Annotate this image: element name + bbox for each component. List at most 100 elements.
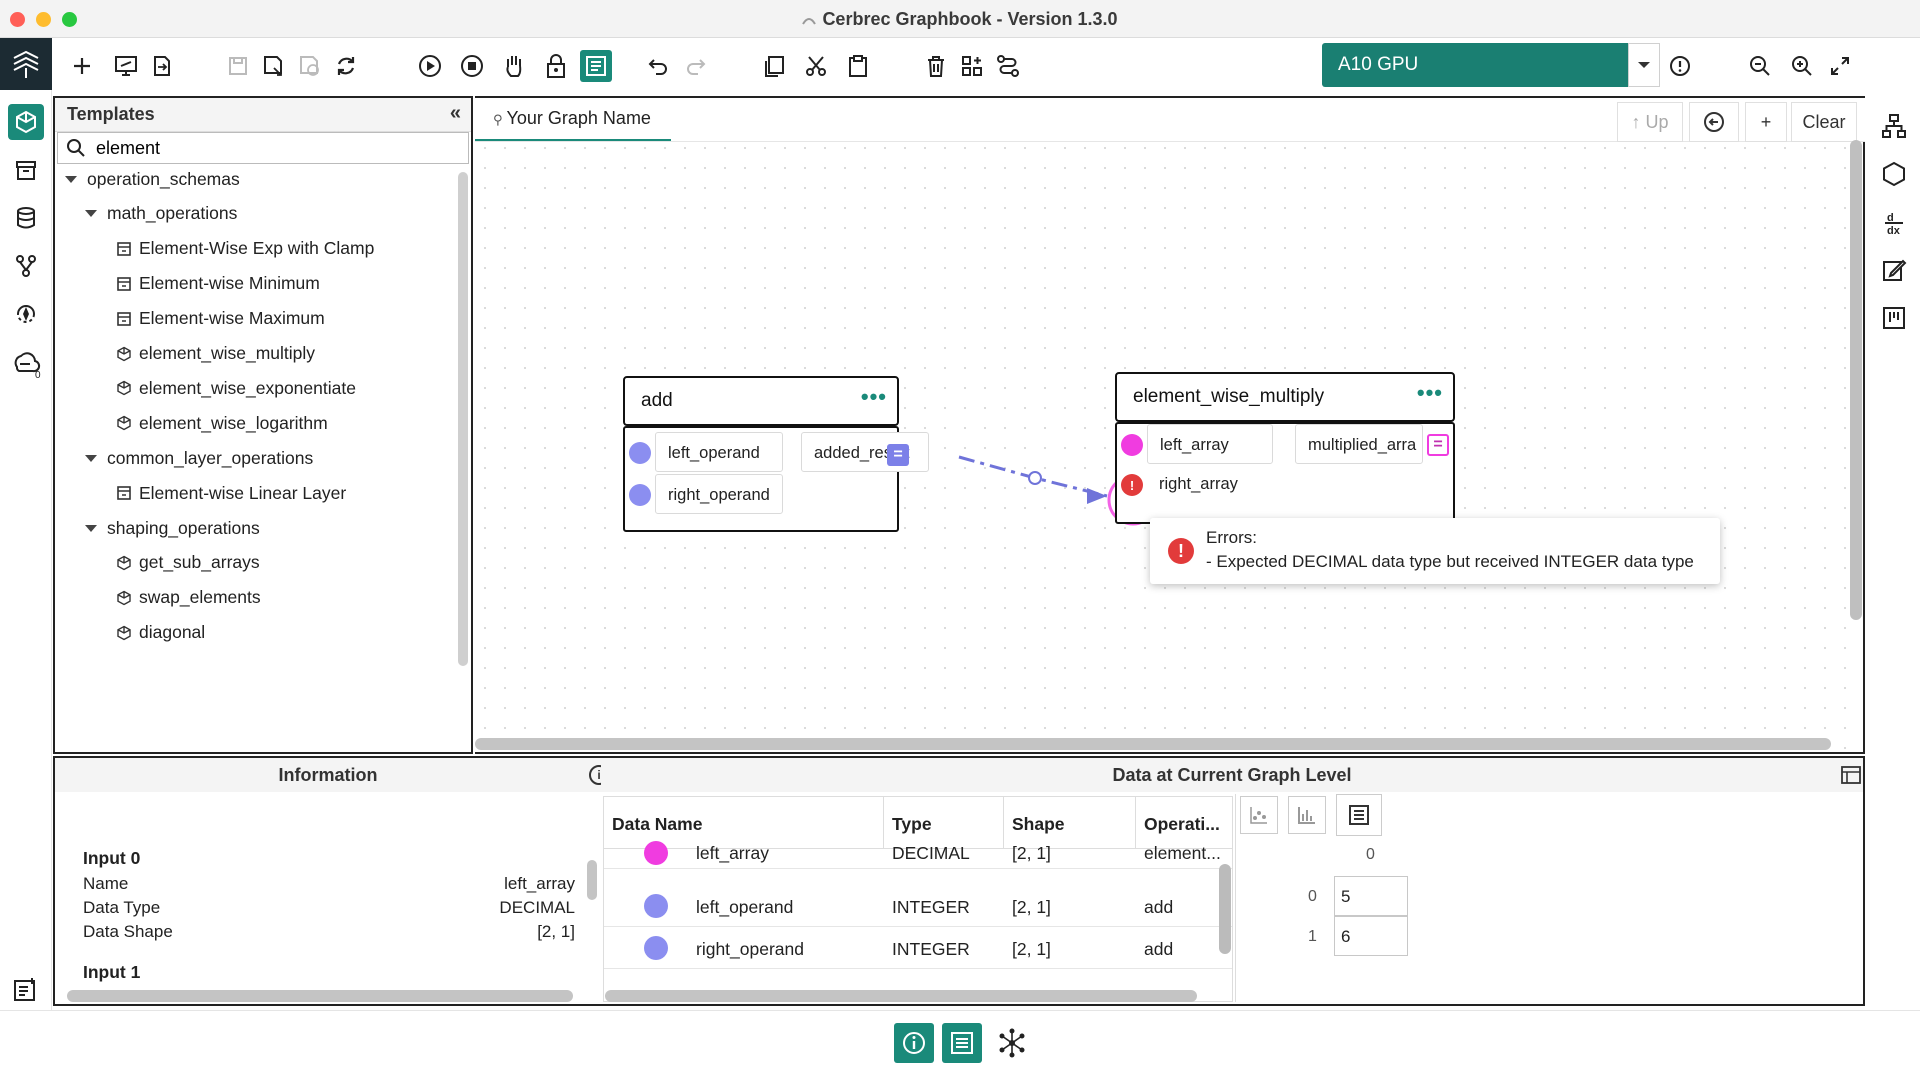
tree-item[interactable]: element_wise_exponentiate (115, 373, 356, 403)
notes-button[interactable] (12, 976, 42, 1006)
undo-button[interactable] (642, 50, 674, 82)
output-added-result[interactable]: added_result (801, 432, 929, 472)
tree-folder[interactable]: operation_schemas (65, 164, 240, 194)
notes-toggle-button[interactable] (580, 50, 612, 82)
delete-button[interactable] (920, 50, 952, 82)
tree-item[interactable]: swap_elements (115, 583, 261, 613)
info-horizontal-scrollbar[interactable] (67, 990, 573, 1002)
zoom-out-button[interactable] (1744, 50, 1776, 82)
pan-mode-button[interactable] (498, 50, 530, 82)
save-copy-button[interactable] (294, 50, 326, 82)
node-add[interactable]: add ••• left_operand added_result right_… (623, 376, 929, 534)
table-row[interactable]: right_operand INTEGER [2, 1] add (604, 927, 1232, 969)
save-button[interactable] (222, 50, 254, 82)
fit-view-button[interactable] (1824, 50, 1856, 82)
data-panel-toggle-button[interactable] (942, 1023, 982, 1063)
tree-item[interactable]: Element-wise Linear Layer (115, 478, 346, 508)
expand-caret-icon[interactable] (85, 454, 97, 462)
input-right-operand[interactable]: right_operand (655, 474, 783, 514)
tree-folder[interactable]: shaping_operations (85, 513, 260, 543)
output-port-added-result[interactable]: = (887, 444, 909, 466)
input-left-operand[interactable]: left_operand (655, 432, 783, 472)
tree-item[interactable]: Element-wise Minimum (115, 269, 320, 299)
expand-caret-icon[interactable] (85, 210, 97, 218)
templates-search-input[interactable] (96, 137, 436, 159)
information-toggle-button[interactable] (894, 1023, 934, 1063)
primitive-op-icon (115, 589, 133, 607)
primitive-op-icon (115, 379, 133, 397)
data-table-vertical-scrollbar[interactable] (1219, 864, 1231, 954)
graph-structure-nav-button[interactable] (8, 248, 44, 284)
expand-caret-icon[interactable] (65, 175, 77, 183)
viewer-cell[interactable]: 6 (1334, 916, 1408, 956)
hexagon-panel-button[interactable] (1876, 156, 1912, 192)
viewer-cell[interactable]: 5 (1334, 876, 1408, 916)
hierarchy-panel-button[interactable] (1876, 108, 1912, 144)
route-edges-button[interactable] (992, 50, 1024, 82)
bar-view-button[interactable] (1288, 796, 1326, 834)
zoom-in-button[interactable] (1786, 50, 1818, 82)
tree-item[interactable]: get_sub_arrays (115, 548, 260, 578)
tree-folder[interactable]: common_layer_operations (85, 443, 313, 473)
table-view-icon[interactable] (1841, 766, 1861, 784)
port-left-operand[interactable] (629, 442, 651, 464)
tree-item[interactable]: diagonal (115, 618, 205, 648)
archive-nav-button[interactable] (8, 152, 44, 188)
node-multiply-menu-icon[interactable]: ••• (1417, 380, 1443, 406)
tree-item[interactable]: element_wise_logarithm (115, 408, 328, 438)
board-panel-button[interactable] (1876, 300, 1912, 336)
tree-item[interactable]: Element-wise Maximum (115, 304, 325, 334)
input-right-array[interactable]: right_array (1147, 464, 1273, 504)
svg-text:0: 0 (35, 370, 41, 379)
canvas-horizontal-scrollbar[interactable] (475, 738, 1831, 750)
edge-midpoint-handle[interactable] (1028, 471, 1042, 485)
output-multiplied-array[interactable]: multiplied_arra (1295, 424, 1423, 464)
redo-button[interactable] (680, 50, 712, 82)
gpu-info-button[interactable] (1664, 50, 1696, 82)
deploy-nav-button[interactable] (8, 296, 44, 332)
open-remote-button[interactable] (110, 50, 142, 82)
table-row[interactable]: left_array DECIMAL [2, 1] element... (604, 839, 1232, 869)
node-element-wise-multiply[interactable]: element_wise_multiply ••• left_array mul… (1115, 372, 1457, 524)
table-view-button[interactable] (1336, 794, 1382, 836)
dx-panel-button[interactable]: d dx (1876, 204, 1912, 240)
templates-scrollbar[interactable] (458, 172, 468, 666)
port-left-array[interactable] (1121, 434, 1143, 456)
save-as-button[interactable] (258, 50, 290, 82)
port-right-array-error-icon[interactable]: ! (1121, 474, 1143, 496)
copy-button[interactable] (758, 50, 790, 82)
table-row[interactable]: left_operand INTEGER [2, 1] add (604, 885, 1232, 927)
collapse-panel-icon[interactable]: « (450, 102, 461, 125)
tree-item[interactable]: Element-Wise Exp with Clamp (115, 234, 374, 264)
info-vertical-scrollbar[interactable] (587, 860, 597, 900)
run-button[interactable] (414, 50, 446, 82)
edit-panel-button[interactable] (1876, 252, 1912, 288)
templates-nav-button[interactable] (8, 104, 44, 140)
refresh-button[interactable] (330, 50, 362, 82)
node-add-header[interactable]: add ••• (623, 376, 899, 426)
expand-caret-icon[interactable] (85, 524, 97, 532)
port-right-operand[interactable] (629, 484, 651, 506)
node-add-menu-icon[interactable]: ••• (861, 384, 887, 410)
canvas-vertical-scrollbar[interactable] (1850, 140, 1862, 620)
new-graph-button[interactable] (66, 50, 98, 82)
tree-item[interactable]: element_wise_multiply (115, 339, 315, 369)
output-port-multiplied-array[interactable]: = (1427, 434, 1449, 456)
database-nav-button[interactable] (8, 200, 44, 236)
open-file-button[interactable] (146, 50, 178, 82)
tree-folder[interactable]: math_operations (85, 199, 237, 229)
node-multiply-header[interactable]: element_wise_multiply ••• (1115, 372, 1455, 422)
group-nodes-button[interactable] (956, 50, 988, 82)
data-table-horizontal-scrollbar[interactable] (605, 990, 1197, 1002)
paste-button[interactable] (842, 50, 874, 82)
gpu-select[interactable]: A10 GPU (1322, 43, 1628, 87)
stop-button[interactable] (456, 50, 488, 82)
cut-button[interactable] (800, 50, 832, 82)
lock-button[interactable] (540, 50, 572, 82)
cloud-nav-button[interactable]: 0 (8, 346, 44, 382)
input-left-array[interactable]: left_array (1147, 424, 1273, 464)
graph-canvas[interactable]: ⚲ Your Graph Name ↑ Up + Clear add ••• le… (475, 96, 1865, 754)
network-toggle-button[interactable] (992, 1023, 1032, 1063)
gpu-dropdown-button[interactable] (1628, 43, 1660, 87)
scatter-view-button[interactable] (1240, 796, 1278, 834)
